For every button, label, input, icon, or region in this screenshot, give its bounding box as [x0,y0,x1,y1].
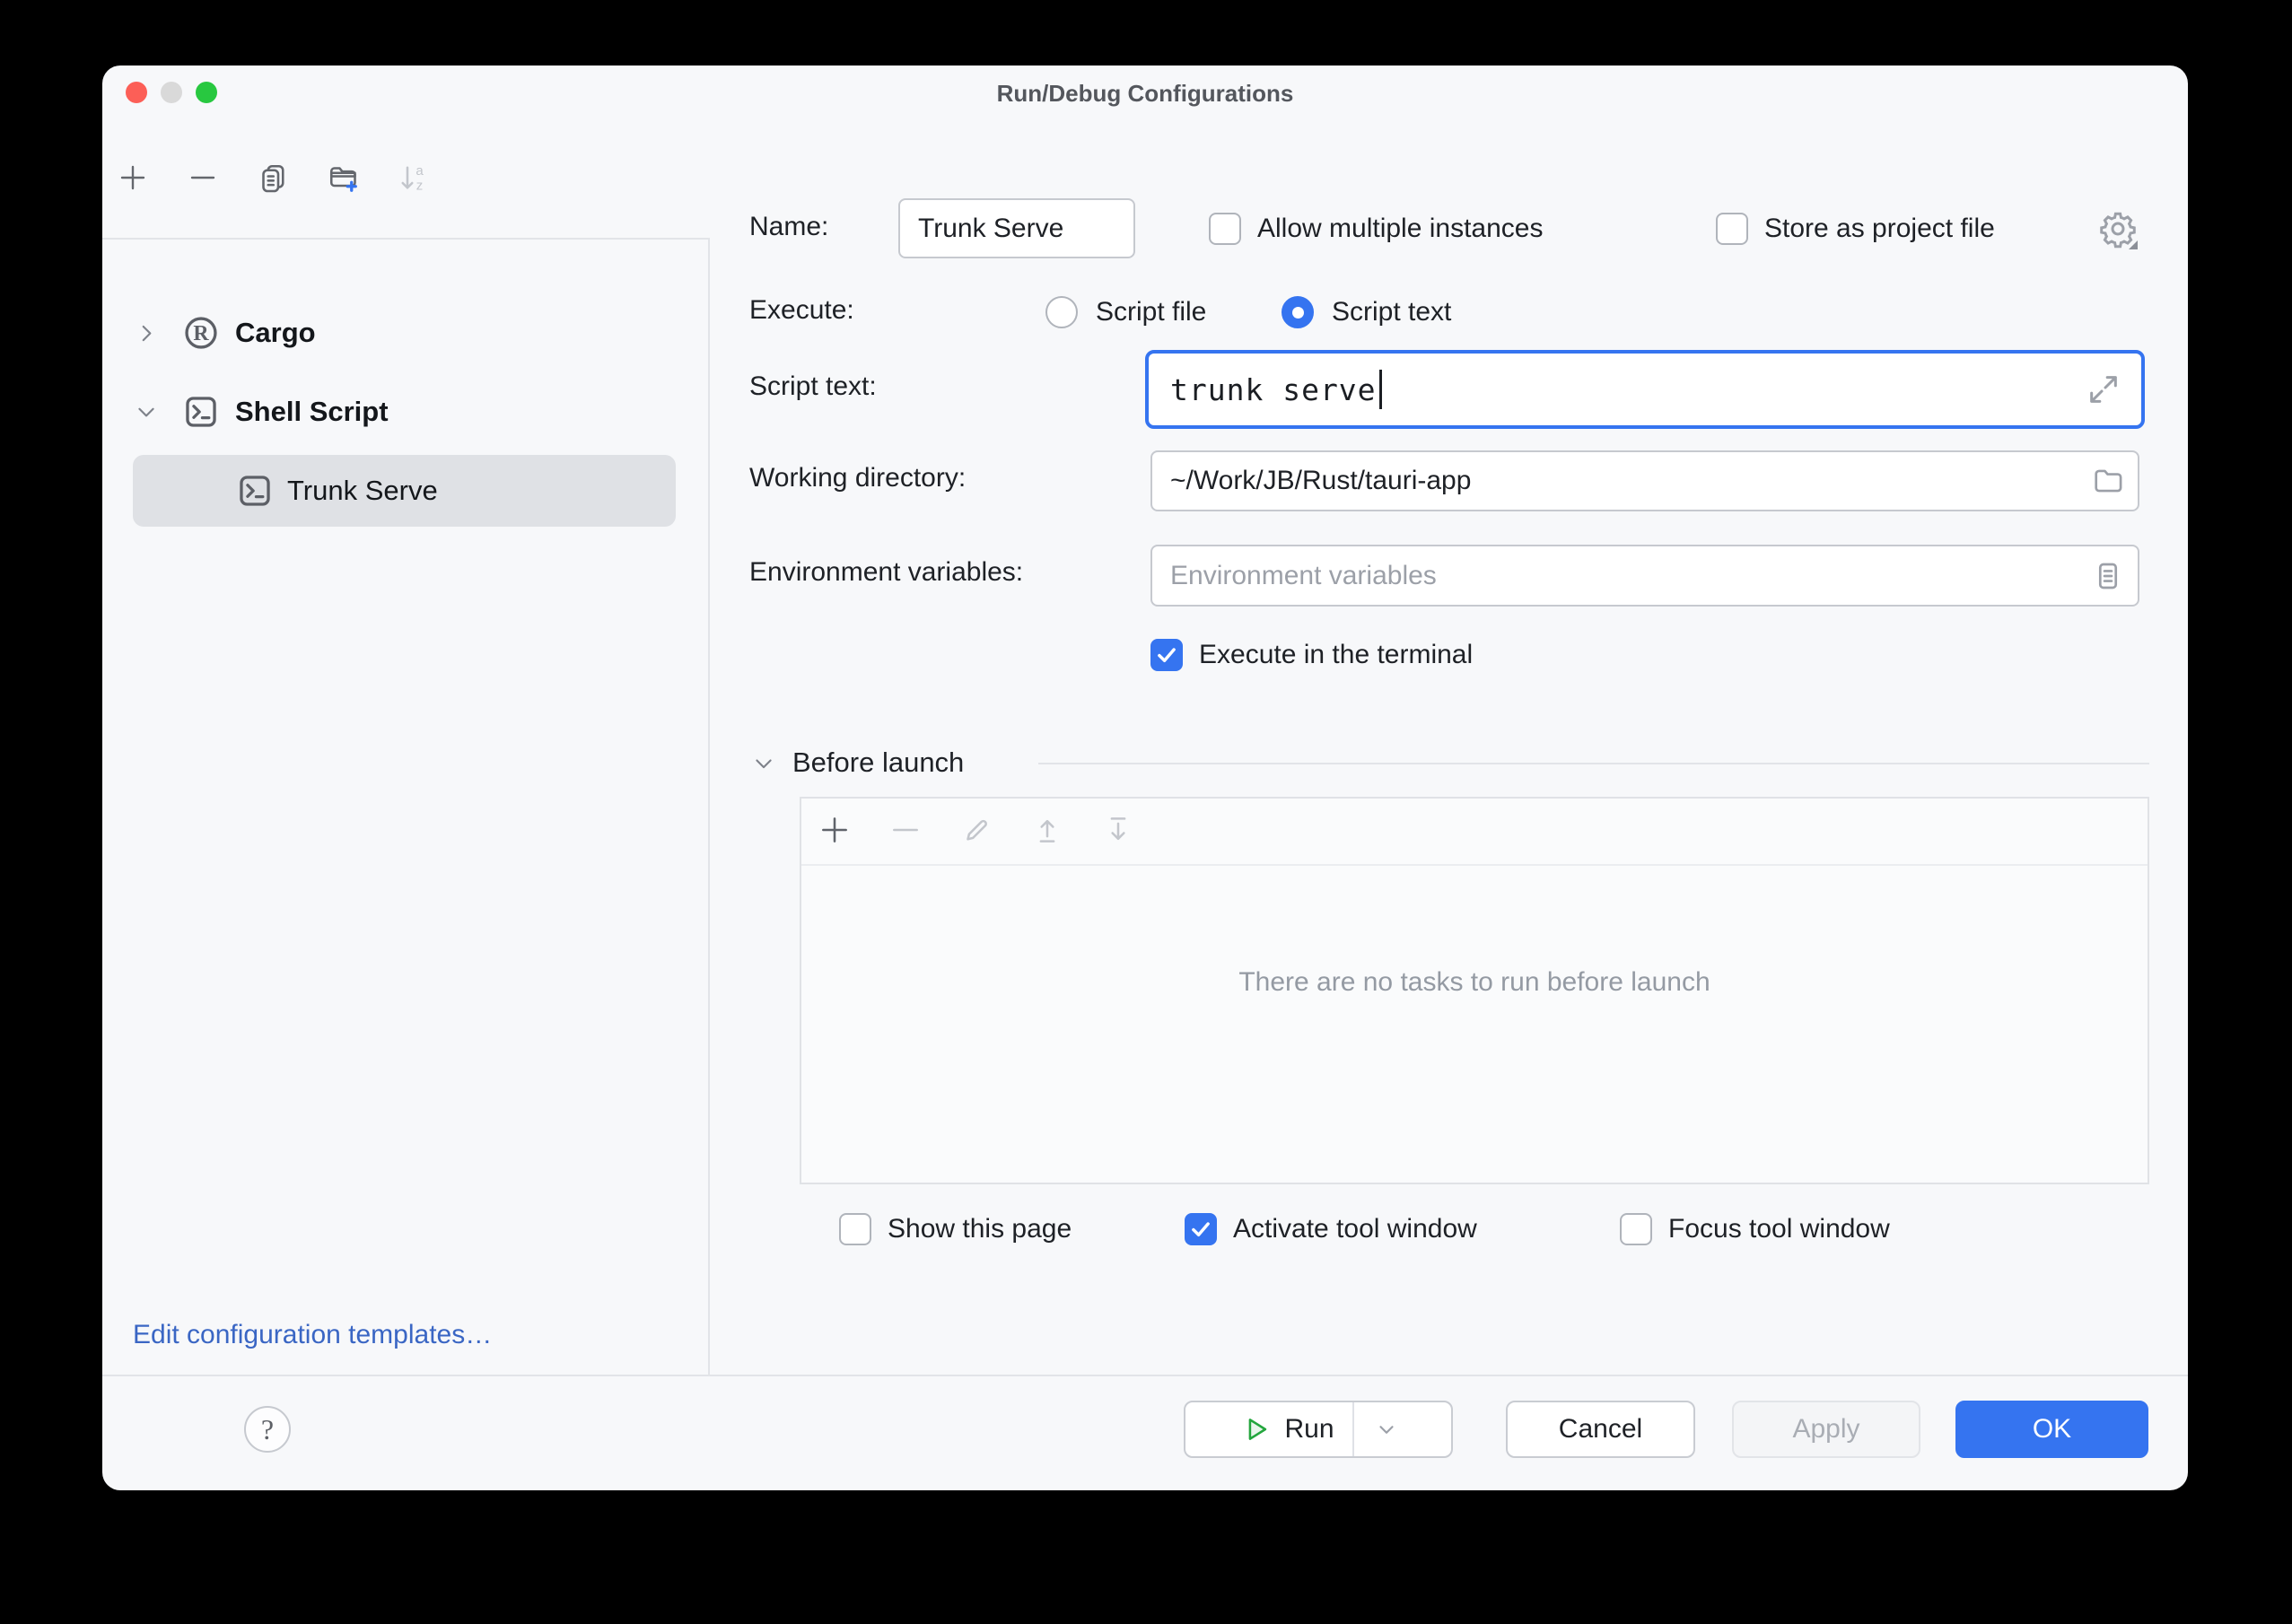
run-button[interactable]: Run [1184,1401,1453,1458]
environment-variables-label: Environment variables: [749,557,1023,588]
add-task-icon[interactable] [818,813,852,847]
before-launch-empty-text: There are no tasks to run before launch [801,967,2148,998]
script-text-radio[interactable]: Script text [1282,296,1451,328]
radio-circle [1045,296,1078,328]
checkbox-box [839,1213,871,1245]
cancel-button-label: Cancel [1559,1414,1642,1445]
edit-variables-icon[interactable] [2091,559,2125,593]
focus-tool-window-checkbox[interactable]: Focus tool window [1620,1213,1890,1245]
checkbox-label: Show this page [888,1214,1072,1244]
run-options-chevron[interactable] [1354,1402,1419,1456]
script-text-input[interactable]: trunk serve [1145,350,2145,429]
before-launch-panel: There are no tasks to run before launch [800,797,2149,1184]
new-folder-icon[interactable] [327,162,359,194]
chevron-down-icon[interactable] [135,400,158,423]
shell-script-icon [181,392,221,432]
before-launch-rule [1038,763,2149,764]
allow-multiple-instances-checkbox[interactable]: Allow multiple instances [1209,213,1543,245]
name-label: Name: [749,212,828,242]
working-directory-label: Working directory: [749,463,966,493]
checkbox-label: Execute in the terminal [1199,640,1473,670]
store-as-project-file-checkbox[interactable]: Store as project file [1716,213,1995,245]
edit-task-icon[interactable] [959,813,993,847]
footer-divider [102,1375,2188,1376]
checkbox-label: Focus tool window [1668,1214,1890,1244]
remove-configuration-icon[interactable] [187,162,219,194]
checkbox-label: Activate tool window [1233,1214,1477,1244]
radio-label: Script file [1096,297,1206,327]
apply-button-label: Apply [1792,1414,1859,1445]
window-title: Run/Debug Configurations [102,80,2188,108]
run-debug-configurations-dialog: Run/Debug Configurations [102,65,2188,1490]
execute-label: Execute: [749,295,854,326]
run-button-label: Run [1284,1414,1334,1445]
activate-tool-window-checkbox[interactable]: Activate tool window [1185,1213,1477,1245]
checkbox-box [1209,213,1241,245]
cargo-rust-icon: R [181,313,221,353]
show-this-page-checkbox[interactable]: Show this page [839,1213,1072,1245]
script-text-label: Script text: [749,371,877,402]
move-task-down-icon[interactable] [1101,813,1135,847]
ok-button[interactable]: OK [1955,1401,2148,1458]
name-value: Trunk Serve [918,200,1063,257]
help-question-icon: ? [261,1413,274,1446]
before-launch-collapse-icon[interactable] [751,751,776,776]
checkbox-box [1150,639,1183,671]
remove-task-icon[interactable] [888,813,923,847]
script-text-value: trunk serve [1170,372,1377,407]
run-button-main[interactable]: Run [1218,1402,1352,1456]
copy-configuration-icon[interactable] [257,162,289,194]
sort-alphabetically-icon[interactable]: a z [397,162,429,194]
edit-configuration-templates-link[interactable]: Edit configuration templates… [133,1320,492,1350]
desktop-background: Run/Debug Configurations [0,0,2292,1624]
sidebar-toolbar-divider [102,238,708,240]
tree-item-label: Trunk Serve [287,475,438,507]
ok-button-label: OK [2033,1414,2071,1445]
checkbox-box [1716,213,1748,245]
configurations-toolbar: a z [117,162,429,194]
tree-item-cargo[interactable]: R Cargo [102,297,708,369]
expand-editor-icon[interactable] [2086,371,2121,407]
checkbox-box [1185,1213,1217,1245]
sidebar-divider [708,238,710,1375]
play-icon [1241,1414,1272,1445]
checkbox-label: Allow multiple instances [1257,214,1543,244]
checkbox-label: Store as project file [1764,214,1995,244]
tree-item-trunk-serve[interactable]: Trunk Serve [133,455,676,527]
working-directory-value: ~/Work/JB/Rust/tauri-app [1170,452,1471,510]
script-file-radio[interactable]: Script file [1045,296,1206,328]
radio-circle [1282,296,1314,328]
svg-text:a: a [416,163,424,179]
tree-item-label: Shell Script [235,396,389,428]
before-launch-title: Before launch [792,747,964,779]
tree-item-shell-script[interactable]: Shell Script [102,376,708,448]
chevron-right-icon[interactable] [135,321,158,345]
apply-button[interactable]: Apply [1732,1401,1920,1458]
environment-variables-placeholder: Environment variables [1170,546,1437,605]
browse-folder-icon[interactable] [2091,464,2125,498]
shell-script-icon [235,471,275,511]
execute-in-terminal-checkbox[interactable]: Execute in the terminal [1150,639,1473,671]
working-directory-input[interactable]: ~/Work/JB/Rust/tauri-app [1150,450,2139,511]
add-configuration-icon[interactable] [117,162,149,194]
before-launch-toolbar [818,813,1135,847]
text-caret [1379,370,1382,409]
svg-text:z: z [416,179,424,194]
store-settings-gear-icon[interactable] [2096,207,2139,250]
tree-item-label: Cargo [235,317,316,349]
checkbox-box [1620,1213,1652,1245]
name-input[interactable]: Trunk Serve [898,198,1135,258]
before-launch-toolbar-divider [801,864,2148,866]
move-task-up-icon[interactable] [1030,813,1064,847]
help-button[interactable]: ? [244,1406,291,1453]
cancel-button[interactable]: Cancel [1506,1401,1695,1458]
radio-label: Script text [1332,297,1451,327]
environment-variables-input[interactable]: Environment variables [1150,545,2139,607]
svg-text:R: R [193,322,209,345]
